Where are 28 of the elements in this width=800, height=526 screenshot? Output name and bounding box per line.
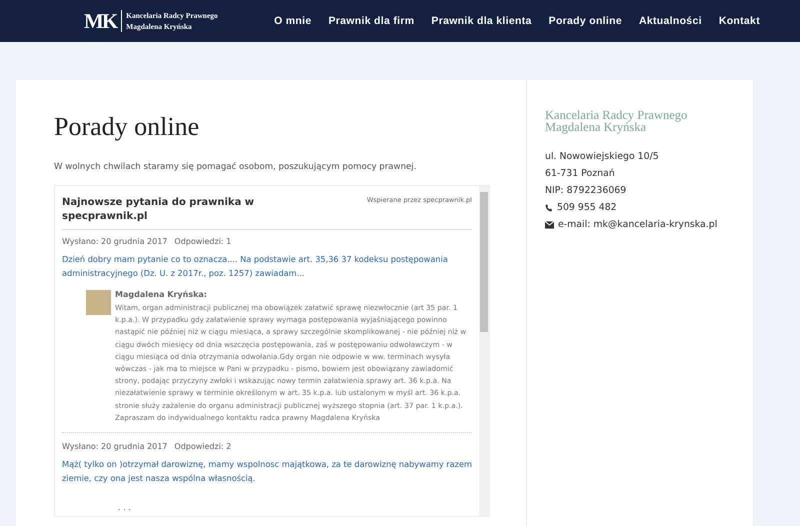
nav-link[interactable]: Aktualności xyxy=(638,15,702,27)
loading-dots: . . . xyxy=(118,503,132,512)
widget-title: Najnowsze pytania do prawnika w specprawnik.pl xyxy=(62,196,256,224)
question-link[interactable]: Dzień dobry mam pytanie co to oznacza.... Na podstawie art. 35,36 37 kodeksu postępowania administracyjnego (Dz. U. z 2017r., poz. 1257) zawiadam... xyxy=(62,252,472,280)
logo-mark[interactable]: MK xyxy=(84,8,116,34)
contact-text: 61-731 Poznań xyxy=(545,168,615,179)
contact-text: ul. Nowowiejskiego 10/5 xyxy=(545,151,659,162)
contact-text: e-mail: mk@kancelaria-krynska.pl xyxy=(558,219,718,230)
contact-text: NIP: 8792236069 xyxy=(545,185,626,196)
sent-date: Wysłano: 20 grudnia 2017 xyxy=(62,442,168,452)
sidebar-title: Kancelaria Radcy Prawnego Magdalena Kryńska xyxy=(545,110,688,133)
page-title: Porady online xyxy=(54,112,200,142)
nav-link[interactable]: O mnie xyxy=(274,15,312,27)
nav-link[interactable]: Porady online xyxy=(548,15,622,27)
phone-icon xyxy=(545,204,553,212)
nav-link[interactable]: Prawnik dla klienta xyxy=(431,15,532,27)
envelope-icon xyxy=(545,220,554,228)
answer-count: Odpowiedzi: 2 xyxy=(174,442,232,452)
answer-count: Odpowiedzi: 1 xyxy=(174,237,232,246)
contact-text: 509 955 482 xyxy=(557,202,617,213)
nav-link[interactable]: Kontakt xyxy=(718,15,760,27)
question-link[interactable]: Mąż( tylko on )otrzymał darowiznę, mamy wspolnosc majątkowa, za te darowiznę nabywamy razem ziemie, czy ona jest nasza wspólna własnością. xyxy=(62,457,472,486)
nav-link[interactable]: Prawnik dla firm xyxy=(328,15,414,27)
reply-author: Magdalena Kryńska: xyxy=(115,290,208,299)
intro-text: W wolnych chwilach staramy się pomagać osobom, poszukującym pomocy prawnej. xyxy=(54,162,418,172)
sent-date: Wysłano: 20 grudnia 2017 xyxy=(62,237,168,246)
photo-placeholder xyxy=(86,290,111,315)
scrollbar-thumb[interactable] xyxy=(480,192,488,332)
